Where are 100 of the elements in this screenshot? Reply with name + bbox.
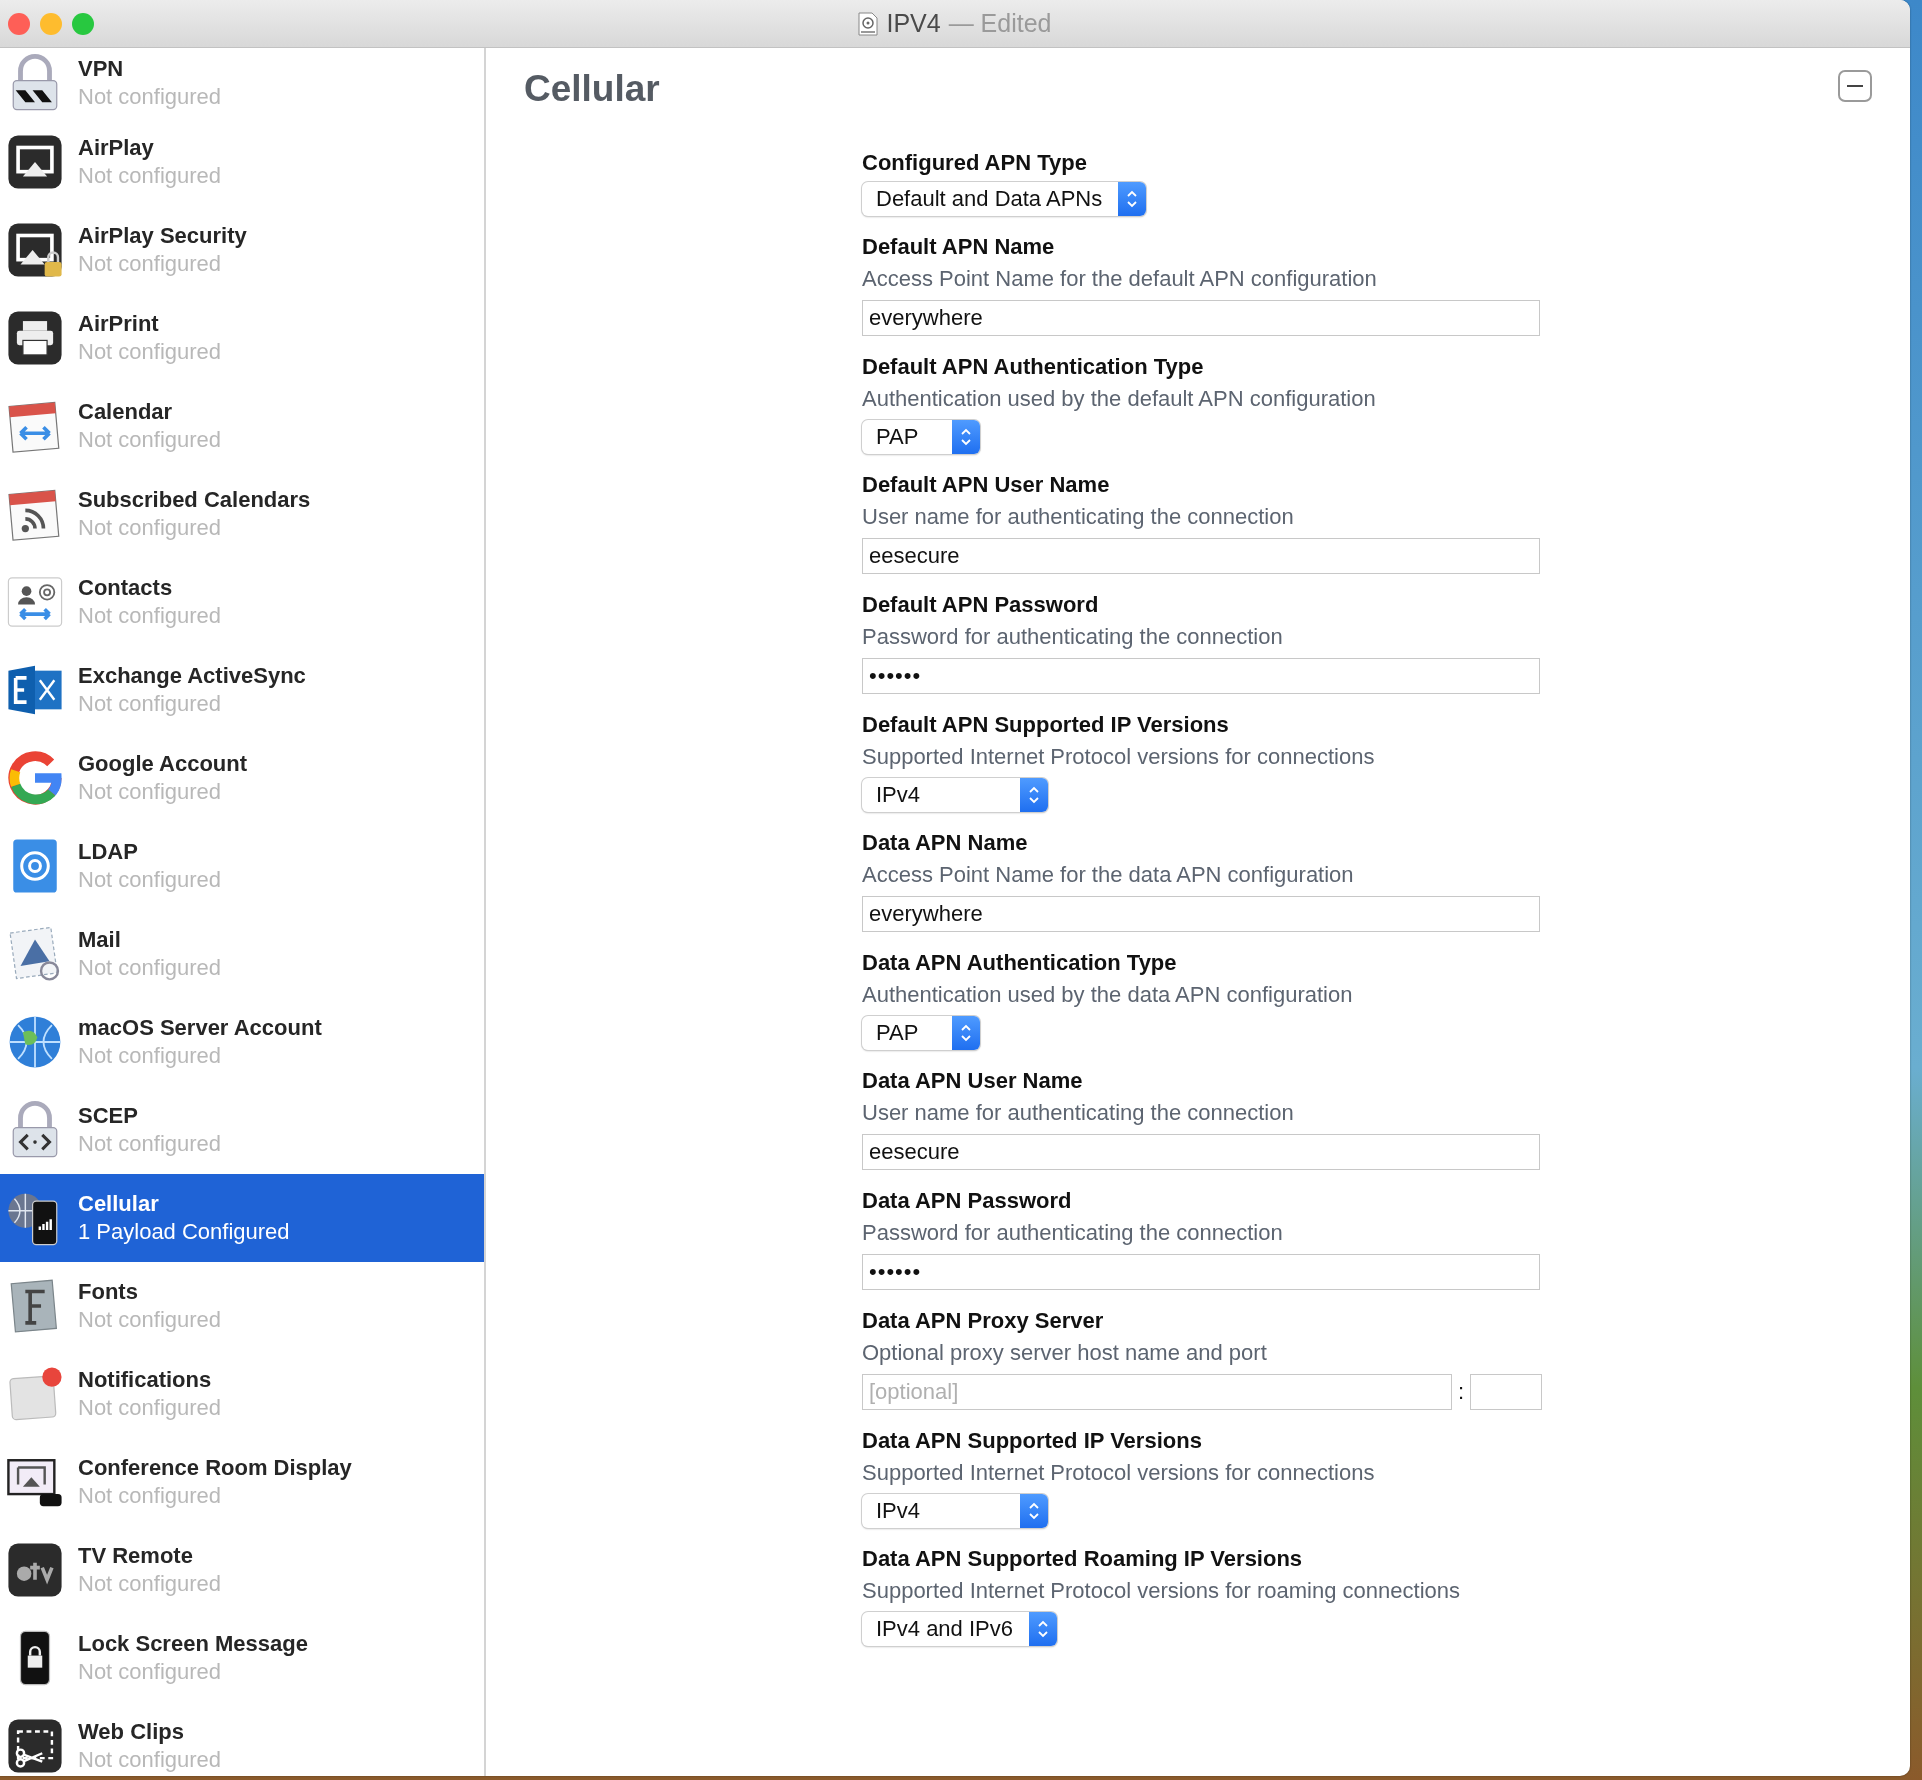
airplay-lock-icon — [6, 221, 64, 279]
tv-icon — [6, 1541, 64, 1599]
sidebar-item[interactable]: Conference Room Display Not configured — [0, 1438, 484, 1526]
item-status: Not configured — [78, 339, 222, 365]
sidebar-item[interactable]: AirPlay Not configured — [0, 118, 484, 206]
proxy-port-field[interactable] — [1470, 1374, 1543, 1410]
sidebar-item[interactable]: AirPlay Security Not configured — [0, 206, 484, 294]
item-title: AirPlay Security — [78, 223, 247, 249]
field-description: Access Point Name for the default APN configuration — [862, 266, 1377, 292]
field-label: Data APN Supported IP Versions — [862, 1428, 1202, 1454]
item-title: LDAP — [78, 839, 139, 865]
sidebar-item[interactable]: Contacts Not configured — [0, 558, 484, 646]
edited-label: — Edited — [948, 9, 1052, 38]
field-label: Default APN Supported IP Versions — [862, 712, 1229, 738]
item-status: Not configured — [78, 1747, 222, 1773]
text-field[interactable]: everywhere — [862, 896, 1540, 932]
popup-button[interactable]: IPv4 and IPv6 — [862, 1612, 1057, 1646]
item-title: macOS Server Account — [78, 1015, 322, 1041]
field-description: Supported Internet Protocol versions for roaming connections — [862, 1578, 1460, 1604]
item-status: Not configured — [78, 1131, 222, 1157]
item-title: Web Clips — [78, 1719, 185, 1745]
airplay-icon — [6, 133, 64, 191]
item-status: Not configured — [78, 779, 223, 805]
minimize-button[interactable] — [40, 12, 62, 35]
item-status: Not configured — [78, 1043, 223, 1069]
sidebar-item[interactable]: Mail Not configured — [0, 910, 484, 998]
field-label: Data APN Name — [862, 830, 1028, 856]
sidebar-item[interactable]: Calendar Not configured — [0, 382, 484, 470]
sidebar-item[interactable]: SCEP Not configured — [0, 1086, 484, 1174]
item-title: Fonts — [78, 1279, 139, 1305]
field-label: Configured APN Type — [862, 150, 1087, 176]
sidebar-item[interactable]: Lock Screen Message Not configured — [0, 1614, 484, 1702]
popup-button[interactable]: PAP — [862, 420, 980, 454]
item-title: Cellular — [78, 1191, 160, 1217]
password-field[interactable]: •••••• — [862, 658, 1540, 694]
item-title: TV Remote — [78, 1543, 194, 1569]
proxy-host-field[interactable]: [optional] — [862, 1374, 1452, 1410]
remove-button[interactable] — [1838, 70, 1872, 102]
item-title: Lock Screen Message — [78, 1631, 308, 1657]
item-status: Not configured — [78, 84, 222, 110]
minus-icon — [1847, 84, 1863, 88]
notification-badge-icon — [6, 1365, 64, 1423]
item-title: Contacts — [78, 575, 174, 601]
sidebar-item[interactable]: AirPrint Not configured — [0, 294, 484, 382]
field-description: Password for authenticating the connection — [862, 624, 1283, 650]
field-description: Supported Internet Protocol versions for connections — [862, 1460, 1375, 1486]
item-status: Not configured — [78, 867, 222, 893]
document-icon — [858, 11, 879, 36]
sidebar-item[interactable]: Exchange ActiveSync Not configured — [0, 646, 484, 734]
popup-button[interactable]: PAP — [862, 1016, 980, 1050]
sidebar-item[interactable]: Web Clips Not configured — [0, 1702, 484, 1776]
field-label: Default APN Authentication Type — [862, 354, 1204, 380]
item-title: Notifications — [78, 1367, 213, 1393]
port-separator: : — [1458, 1379, 1465, 1405]
text-field[interactable]: eesecure — [862, 1134, 1540, 1170]
password-field[interactable]: •••••• — [862, 1254, 1540, 1290]
sidebar-item[interactable]: LDAP Not configured — [0, 822, 484, 910]
item-status: Not configured — [78, 1483, 223, 1509]
field-description: Supported Internet Protocol versions for connections — [862, 744, 1375, 770]
item-title: Conference Room Display — [78, 1455, 352, 1481]
popup-button[interactable]: IPv4 — [862, 1494, 1048, 1528]
field-label: Data APN Proxy Server — [862, 1308, 1104, 1334]
popup-button[interactable]: Default and Data APNs — [862, 182, 1147, 216]
sidebar-item[interactable]: macOS Server Account Not configured — [0, 998, 484, 1086]
field-label: Data APN Authentication Type — [862, 950, 1177, 976]
item-title: Calendar — [78, 399, 174, 425]
sidebar-item[interactable]: Fonts Not configured — [0, 1262, 484, 1350]
item-title: Exchange ActiveSync — [78, 663, 306, 689]
field-label: Default APN User Name — [862, 472, 1110, 498]
text-field[interactable]: eesecure — [862, 538, 1540, 574]
item-status: Not configured — [78, 691, 223, 717]
item-title: Google Account — [78, 751, 248, 777]
sidebar-item[interactable]: Google Account Not configured — [0, 734, 484, 822]
popup-button[interactable]: IPv4 — [862, 778, 1048, 812]
field-description: User name for authenticating the connection — [862, 1100, 1294, 1126]
sidebar-item[interactable]: VPN Not configured — [0, 48, 484, 118]
item-title: AirPrint — [78, 311, 160, 337]
printer-icon — [6, 309, 64, 367]
zoom-button[interactable] — [72, 12, 94, 35]
sidebar-item[interactable]: TV Remote Not configured — [0, 1526, 484, 1614]
field-description: Authentication used by the default APN configuration — [862, 386, 1376, 412]
item-status: Not configured — [78, 1659, 223, 1685]
field-description: Password for authenticating the connection — [862, 1220, 1283, 1246]
item-title: AirPlay — [78, 135, 155, 161]
item-title: SCEP — [78, 1103, 139, 1129]
item-status: Not configured — [78, 427, 222, 453]
item-status: Not configured — [78, 1395, 222, 1421]
field-label: Data APN Supported Roaming IP Versions — [862, 1546, 1303, 1572]
google-g-icon — [6, 749, 64, 807]
sidebar-item[interactable]: Cellular 1 Payload Configured — [0, 1174, 484, 1262]
text-field[interactable]: everywhere — [862, 300, 1540, 336]
section-heading: Cellular — [524, 68, 660, 110]
field-description: Access Point Name for the data APN configuration — [862, 862, 1354, 888]
field-label: Default APN Name — [862, 234, 1055, 260]
sidebar-item[interactable]: Subscribed Calendars Not configured — [0, 470, 484, 558]
item-status: Not configured — [78, 603, 222, 629]
item-status: Not configured — [78, 163, 222, 189]
sidebar-item[interactable]: Notifications Not configured — [0, 1350, 484, 1438]
field-label: Default APN Password — [862, 592, 1099, 618]
close-button[interactable] — [8, 12, 30, 35]
